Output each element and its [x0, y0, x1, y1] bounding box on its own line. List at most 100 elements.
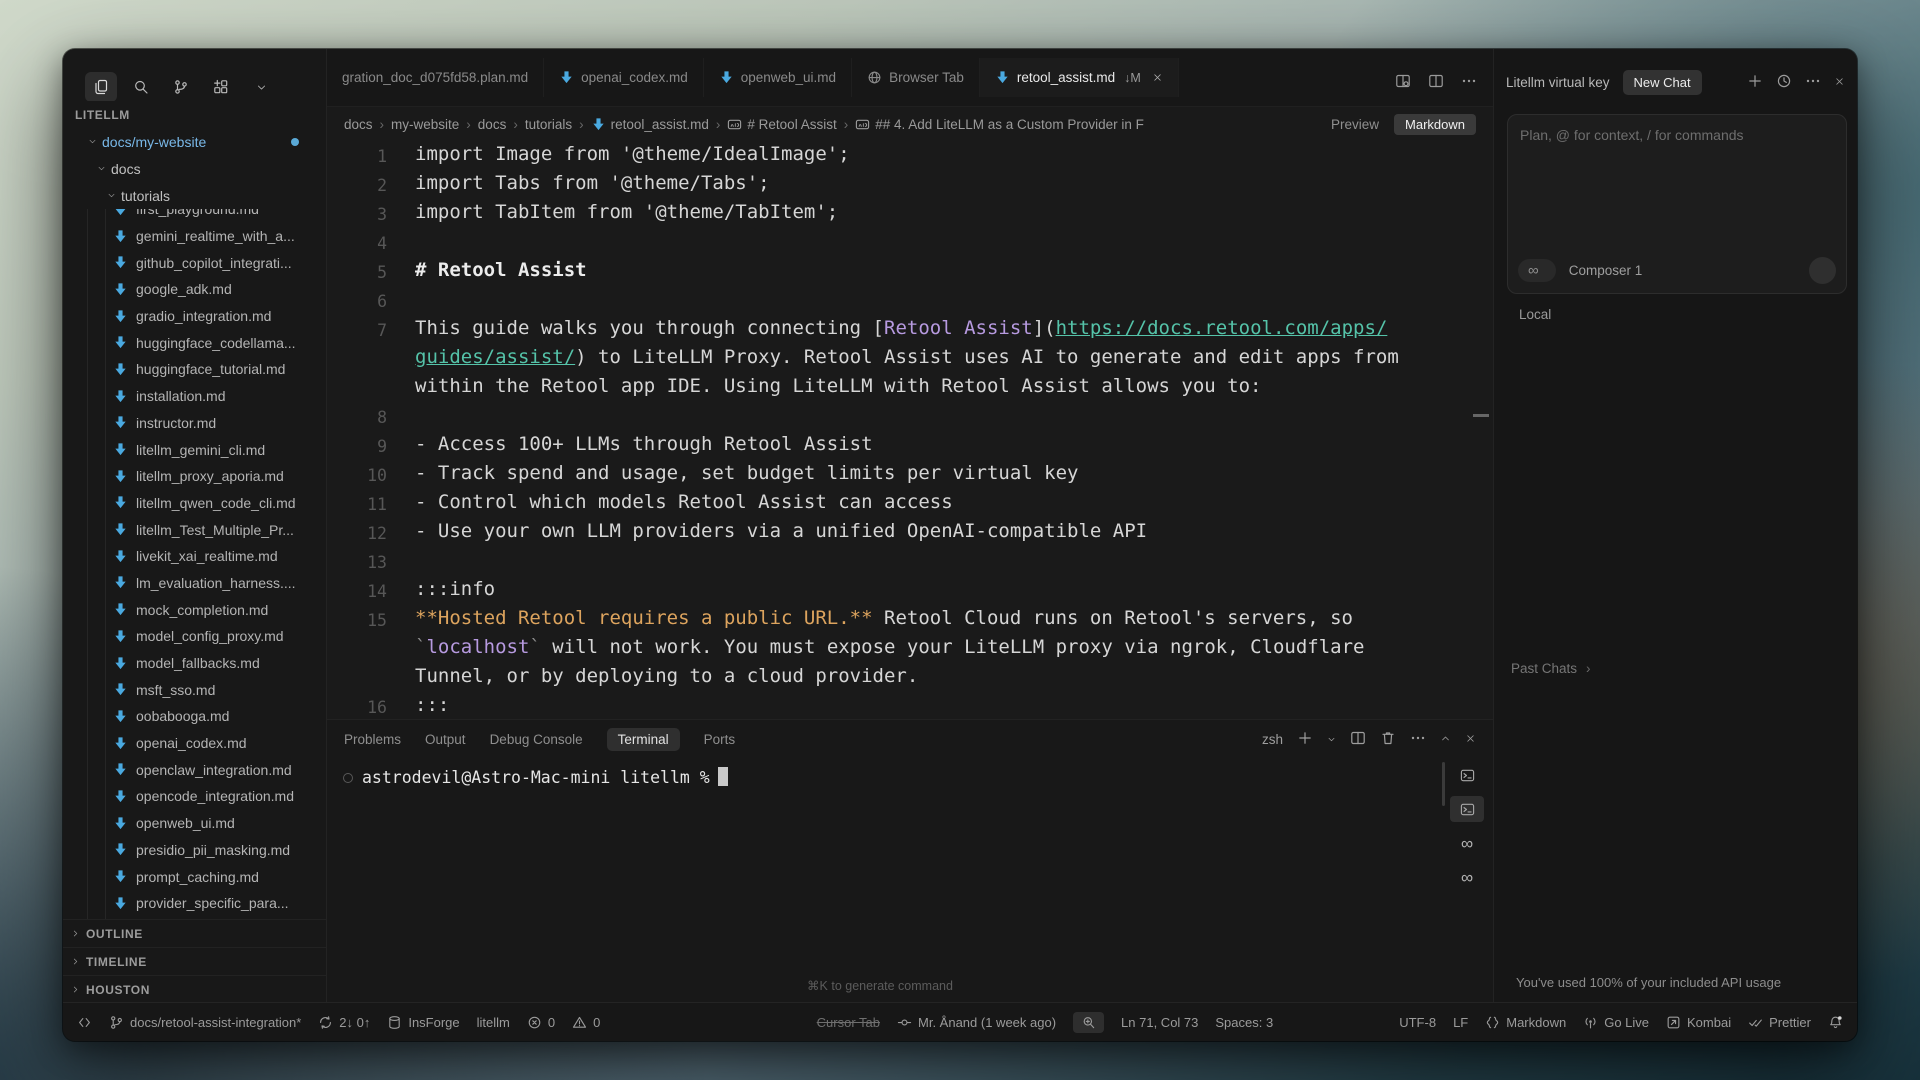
chat-close-button[interactable] [1834, 75, 1845, 90]
activity-source-control-button[interactable] [165, 72, 197, 102]
status-item-go-live[interactable]: Go Live [1583, 1015, 1649, 1030]
status-item-insforge[interactable]: InsForge [387, 1015, 459, 1030]
chat-input-box[interactable]: Plan, @ for context, / for commands ∞ Co… [1507, 114, 1847, 294]
tree-file[interactable]: opencode_integration.md [63, 783, 326, 810]
panel-tab-output[interactable]: Output [425, 732, 466, 747]
tree-file[interactable]: oobabooga.md [63, 703, 326, 730]
breadcrumb-item[interactable]: docs [344, 117, 373, 132]
editor-action-more-button[interactable] [1461, 73, 1477, 92]
tree-file[interactable]: github_copilot_integrati... [63, 249, 326, 276]
editor-action-split-search-button[interactable] [1395, 73, 1411, 92]
tree-file[interactable]: openai_codex.md [63, 730, 326, 757]
status-item-mr-nand-1-week-ago-[interactable]: Mr. Ånand (1 week ago) [897, 1015, 1056, 1030]
terminal-scrollbar[interactable] [1442, 762, 1445, 806]
editor-tab[interactable]: Browser Tab [852, 58, 980, 97]
activity-search-button[interactable] [125, 72, 157, 102]
status-item-ln-71-col-73[interactable]: Ln 71, Col 73 [1121, 1015, 1198, 1030]
editor-action-split-button[interactable] [1428, 73, 1444, 92]
chat-more-button[interactable] [1805, 73, 1821, 92]
tree-file[interactable]: litellm_gemini_cli.md [63, 436, 326, 463]
tree-file[interactable]: presidio_pii_masking.md [63, 837, 326, 864]
status-item-kombai[interactable]: Kombai [1666, 1015, 1731, 1030]
status-item[interactable] [77, 1015, 92, 1030]
breadcrumb-item[interactable]: # Retool Assist [727, 117, 836, 132]
mic-button[interactable] [1809, 257, 1836, 284]
tree-file[interactable]: litellm_proxy_aporia.md [63, 463, 326, 490]
tree-file[interactable]: google_adk.md [63, 276, 326, 303]
tree-folder[interactable]: docs [63, 155, 326, 182]
status-item-markdown[interactable]: Markdown [1485, 1015, 1566, 1030]
activity-files-button[interactable] [85, 72, 117, 102]
tree-file[interactable]: model_config_proxy.md [63, 623, 326, 650]
terminal-session[interactable]: ∞ [1450, 864, 1484, 890]
editor-tab[interactable]: openweb_ui.md [704, 58, 852, 97]
breadcrumb-item[interactable]: my-website [391, 117, 459, 132]
tree-file[interactable]: huggingface_codellama... [63, 329, 326, 356]
status-item-utf-8[interactable]: UTF-8 [1399, 1015, 1436, 1030]
shell-selector[interactable]: zsh [1256, 732, 1283, 747]
tree-file[interactable]: gradio_integration.md [63, 303, 326, 330]
status-item-spaces-3[interactable]: Spaces: 3 [1215, 1015, 1273, 1030]
tree-file[interactable]: gemini_realtime_with_a... [63, 223, 326, 250]
sidebar-section-outline[interactable]: OUTLINE [63, 919, 326, 947]
status-item[interactable] [1073, 1012, 1104, 1033]
status-item-0[interactable]: 0 [527, 1015, 555, 1030]
status-item-prettier[interactable]: Prettier [1748, 1015, 1811, 1030]
sidebar-section-timeline[interactable]: TIMELINE [63, 947, 326, 975]
editor-tab[interactable]: gration_doc_d075fd58.plan.md [327, 58, 544, 97]
tree-file[interactable]: openclaw_integration.md [63, 756, 326, 783]
tree-file[interactable]: litellm_Test_Multiple_Pr... [63, 516, 326, 543]
past-chats-link[interactable]: Past Chats › [1511, 661, 1591, 676]
tree-file[interactable]: mock_completion.md [63, 596, 326, 623]
new-chat-button[interactable]: New Chat [1623, 70, 1702, 95]
tree-file[interactable]: lm_evaluation_harness.... [63, 570, 326, 597]
terminal-session[interactable]: ∞ [1450, 830, 1484, 856]
chat-clock-button[interactable] [1776, 73, 1792, 92]
status-item-cursor-tab[interactable]: Cursor Tab [817, 1015, 880, 1030]
terminal-session[interactable] [1450, 762, 1484, 788]
terminal-trash-button[interactable] [1380, 730, 1396, 749]
sidebar-section-houston[interactable]: HOUSTON [63, 975, 326, 1003]
terminal-output[interactable]: astrodevil@Astro-Mac-mini litellm % [327, 758, 1493, 787]
panel-tab-debug-console[interactable]: Debug Console [490, 732, 583, 747]
tree-file[interactable]: model_fallbacks.md [63, 650, 326, 677]
status-item-lf[interactable]: LF [1453, 1015, 1468, 1030]
tree-file[interactable]: provider_specific_para... [63, 890, 326, 917]
tree-file[interactable]: huggingface_tutorial.md [63, 356, 326, 383]
tree-folder[interactable]: docs/my-website [63, 128, 326, 155]
status-item-0[interactable]: 0 [572, 1015, 600, 1030]
status-item[interactable] [1828, 1015, 1843, 1030]
tree-file[interactable]: installation.md [63, 383, 326, 410]
chat-plus-button[interactable] [1747, 73, 1763, 92]
terminal-session[interactable] [1450, 796, 1484, 822]
tree-folder[interactable]: tutorials [63, 182, 326, 209]
terminal-more-button[interactable] [1410, 730, 1426, 749]
tree-file[interactable]: litellm_qwen_code_cli.md [63, 490, 326, 517]
model-selector[interactable]: Composer 1 [1569, 263, 1648, 278]
terminal-chevron-down-button[interactable] [1327, 732, 1336, 747]
panel-tab-ports[interactable]: Ports [704, 732, 736, 747]
terminal-split-button[interactable] [1350, 730, 1366, 749]
agent-mode-selector[interactable]: ∞ [1518, 259, 1556, 282]
breadcrumb-item[interactable]: retool_assist.md [591, 117, 709, 132]
breadcrumb-item[interactable]: tutorials [525, 117, 572, 132]
terminal-caret-up-button[interactable] [1440, 732, 1451, 747]
terminal-plus-button[interactable] [1297, 730, 1313, 749]
breadcrumb-item[interactable]: ## 4. Add LiteLLM as a Custom Provider i… [855, 117, 1144, 132]
activity-extensions-button[interactable] [205, 72, 237, 102]
editor-tab[interactable]: openai_codex.md [544, 58, 704, 97]
workspace-root[interactable]: LITELLM [63, 101, 326, 128]
activity-chevron-down-button[interactable] [245, 72, 277, 102]
tree-file[interactable]: msft_sso.md [63, 676, 326, 703]
tree-file[interactable]: instructor.md [63, 410, 326, 437]
terminal-close-button[interactable] [1465, 732, 1476, 747]
preview-toggle[interactable]: Preview [1331, 117, 1379, 132]
editor-tab[interactable]: retool_assist.md↓M [980, 58, 1179, 97]
tree-file[interactable]: openweb_ui.md [63, 810, 326, 837]
status-item-2-0-[interactable]: 2↓ 0↑ [318, 1015, 370, 1030]
breadcrumb-item[interactable]: docs [478, 117, 507, 132]
chat-tab-title[interactable]: Litellm virtual key [1506, 75, 1610, 90]
code-editor[interactable]: 1import Image from '@theme/IdealImage';2… [327, 132, 1493, 720]
panel-tab-problems[interactable]: Problems [344, 732, 401, 747]
tree-file[interactable]: prompt_caching.md [63, 863, 326, 890]
